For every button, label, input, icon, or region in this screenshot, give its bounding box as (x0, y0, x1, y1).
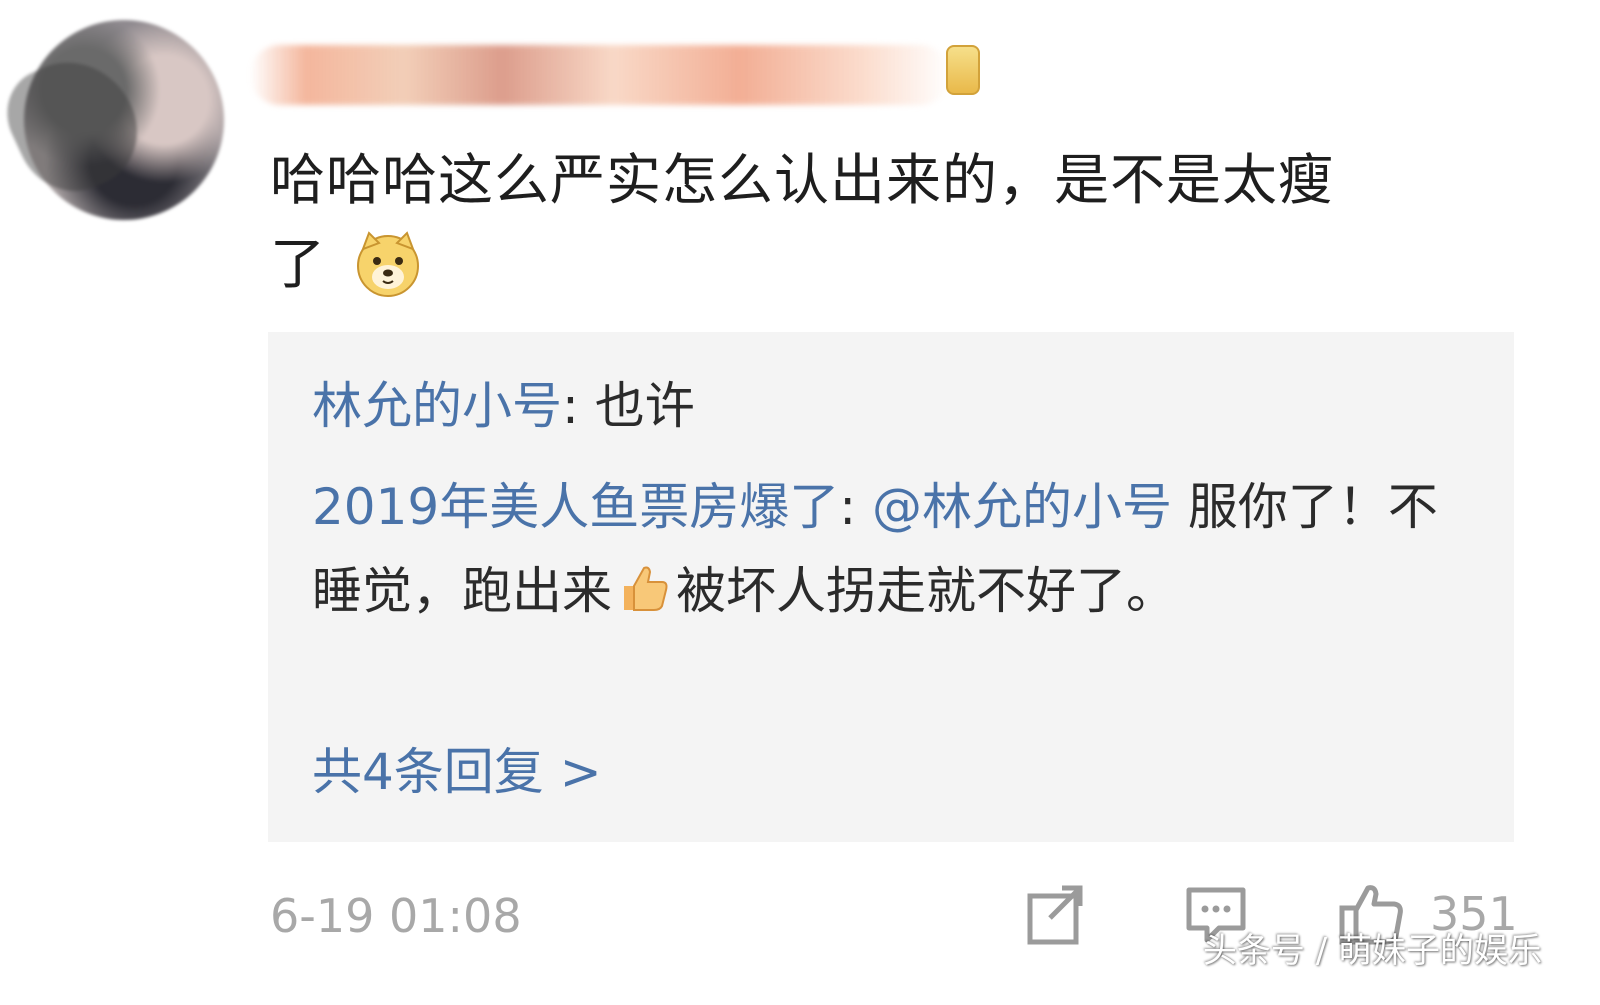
comment-timestamp: 6-19 01:08 (270, 889, 522, 943)
reply-text-part2: 被坏人拐走就不好了。 (676, 562, 1176, 620)
comment-text-line1: 哈哈哈这么严实怎么认出来的，是不是太瘦 (270, 148, 1335, 212)
reply-item[interactable]: 2019年美人鱼票房爆了: @林允的小号 服你了！不睡觉，跑出来 被坏人拐走就不… (312, 465, 1472, 633)
comment-text-line2: 了 (270, 232, 327, 296)
reply-username[interactable]: 林允的小号 (312, 377, 562, 435)
view-all-replies-link[interactable]: 共4条回复 > (312, 732, 602, 812)
reply-separator: : (562, 377, 595, 435)
watermark-text: 头条号 / 萌妹子的娱乐 (1202, 931, 1542, 971)
username-redacted[interactable] (250, 45, 950, 105)
reply-preview-box[interactable]: 林允的小号: 也许 2019年美人鱼票房爆了: @林允的小号 服你了！不睡觉，跑… (268, 332, 1514, 842)
share-icon (1027, 885, 1083, 945)
avatar[interactable] (24, 20, 224, 220)
comment-text: 哈哈哈这么严实怎么认出来的，是不是太瘦 了 (270, 138, 1500, 306)
reply-separator: : (839, 478, 872, 536)
reply-username[interactable]: 2019年美人鱼票房爆了 (312, 478, 839, 536)
reply-mention[interactable]: @林允的小号 (872, 478, 1172, 536)
reply-item[interactable]: 林允的小号: 也许 (312, 364, 1472, 448)
thumbs-up-icon (616, 557, 672, 613)
reply-text: 也许 (594, 377, 695, 435)
doge-icon (353, 229, 423, 299)
share-button[interactable] (1022, 882, 1088, 948)
vip-badge-icon (946, 45, 980, 95)
